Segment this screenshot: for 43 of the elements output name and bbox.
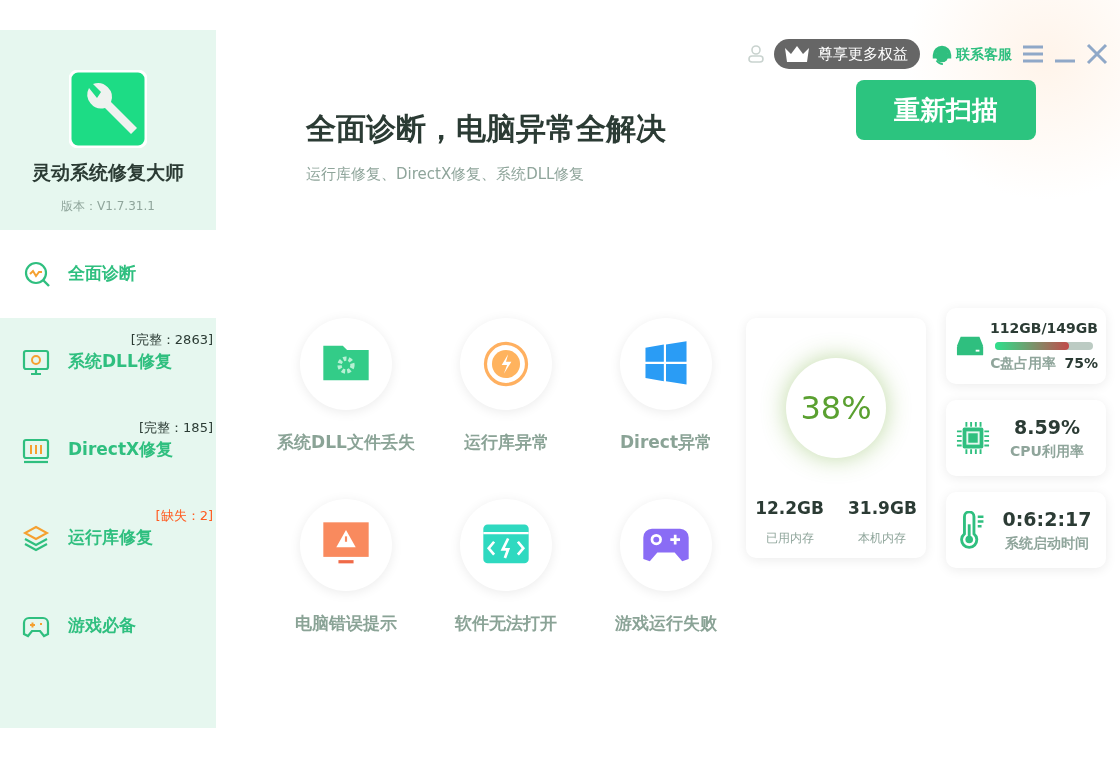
issue-tile[interactable]: 电脑错误提示 xyxy=(266,499,426,637)
stat-label: C盘占用率 xyxy=(990,353,1057,373)
stat-reading: 75% xyxy=(1064,353,1098,373)
stat-value: 112GB/149GB xyxy=(990,318,1098,338)
sidebar-item[interactable]: [完整：2863] 系统DLL修复 xyxy=(0,318,216,406)
issue-tile[interactable]: 游戏运行失败 xyxy=(586,499,746,637)
memory-value: 31.9GB xyxy=(848,496,917,520)
monitor-icon xyxy=(22,436,50,464)
status-text: [完整：2863] xyxy=(130,331,213,349)
issue-tile[interactable]: 系统DLL文件丢失 xyxy=(266,317,426,455)
vip-button[interactable]: 尊享更多权益 xyxy=(774,39,920,69)
status-text: [完整：185] xyxy=(139,419,213,437)
subtitle: 运行库修复、DirectX修复、系统DLL修复 xyxy=(306,164,586,185)
support-link[interactable]: 联系客服 xyxy=(930,42,1012,66)
memory-label: 已用内存 xyxy=(765,530,814,547)
sidebar-item[interactable]: [完整：185] DirectX修复 xyxy=(0,406,216,494)
scan-icon xyxy=(22,260,50,288)
minimize-icon xyxy=(1054,59,1076,63)
memory-gauge: 38% xyxy=(786,357,886,458)
stat-label: CPU利用率 xyxy=(1010,442,1084,462)
issue-tile[interactable]: 运行库异常 xyxy=(426,317,586,455)
issue-tile[interactable]: Direct异常 xyxy=(586,317,746,455)
stat-value: 8.59% xyxy=(1014,414,1080,440)
crown-icon xyxy=(784,45,810,63)
sidebar-item[interactable]: 游戏必备 xyxy=(0,582,216,670)
headline: 全面诊断，电脑异常全解决 xyxy=(306,110,666,148)
memory-value: 12.2GB xyxy=(755,496,824,520)
layers-icon xyxy=(22,524,50,552)
stat-value: 0:6:2:17 xyxy=(1002,506,1092,532)
sidebar-item[interactable]: [缺失：2] 运行库修复 xyxy=(0,494,216,582)
sidebar-item[interactable]: 全面诊断 xyxy=(0,230,216,318)
rescan-button[interactable]: 重新扫描 xyxy=(856,80,1036,140)
status-text: [缺失：2] xyxy=(155,507,213,525)
stat-label: 系统启动时间 xyxy=(1005,534,1089,554)
memory-label: 本机内存 xyxy=(858,530,907,547)
app-name: 灵动系统修复大师 xyxy=(32,160,184,185)
wrench-logo-icon xyxy=(69,70,147,148)
issue-tile[interactable]: 软件无法打开 xyxy=(426,499,586,637)
menu-icon xyxy=(1022,44,1044,64)
user-icon xyxy=(748,45,764,63)
close-icon xyxy=(1086,43,1108,65)
version-text: 版本：V1.7.31.1 xyxy=(61,197,155,215)
monitor-icon xyxy=(22,348,50,376)
